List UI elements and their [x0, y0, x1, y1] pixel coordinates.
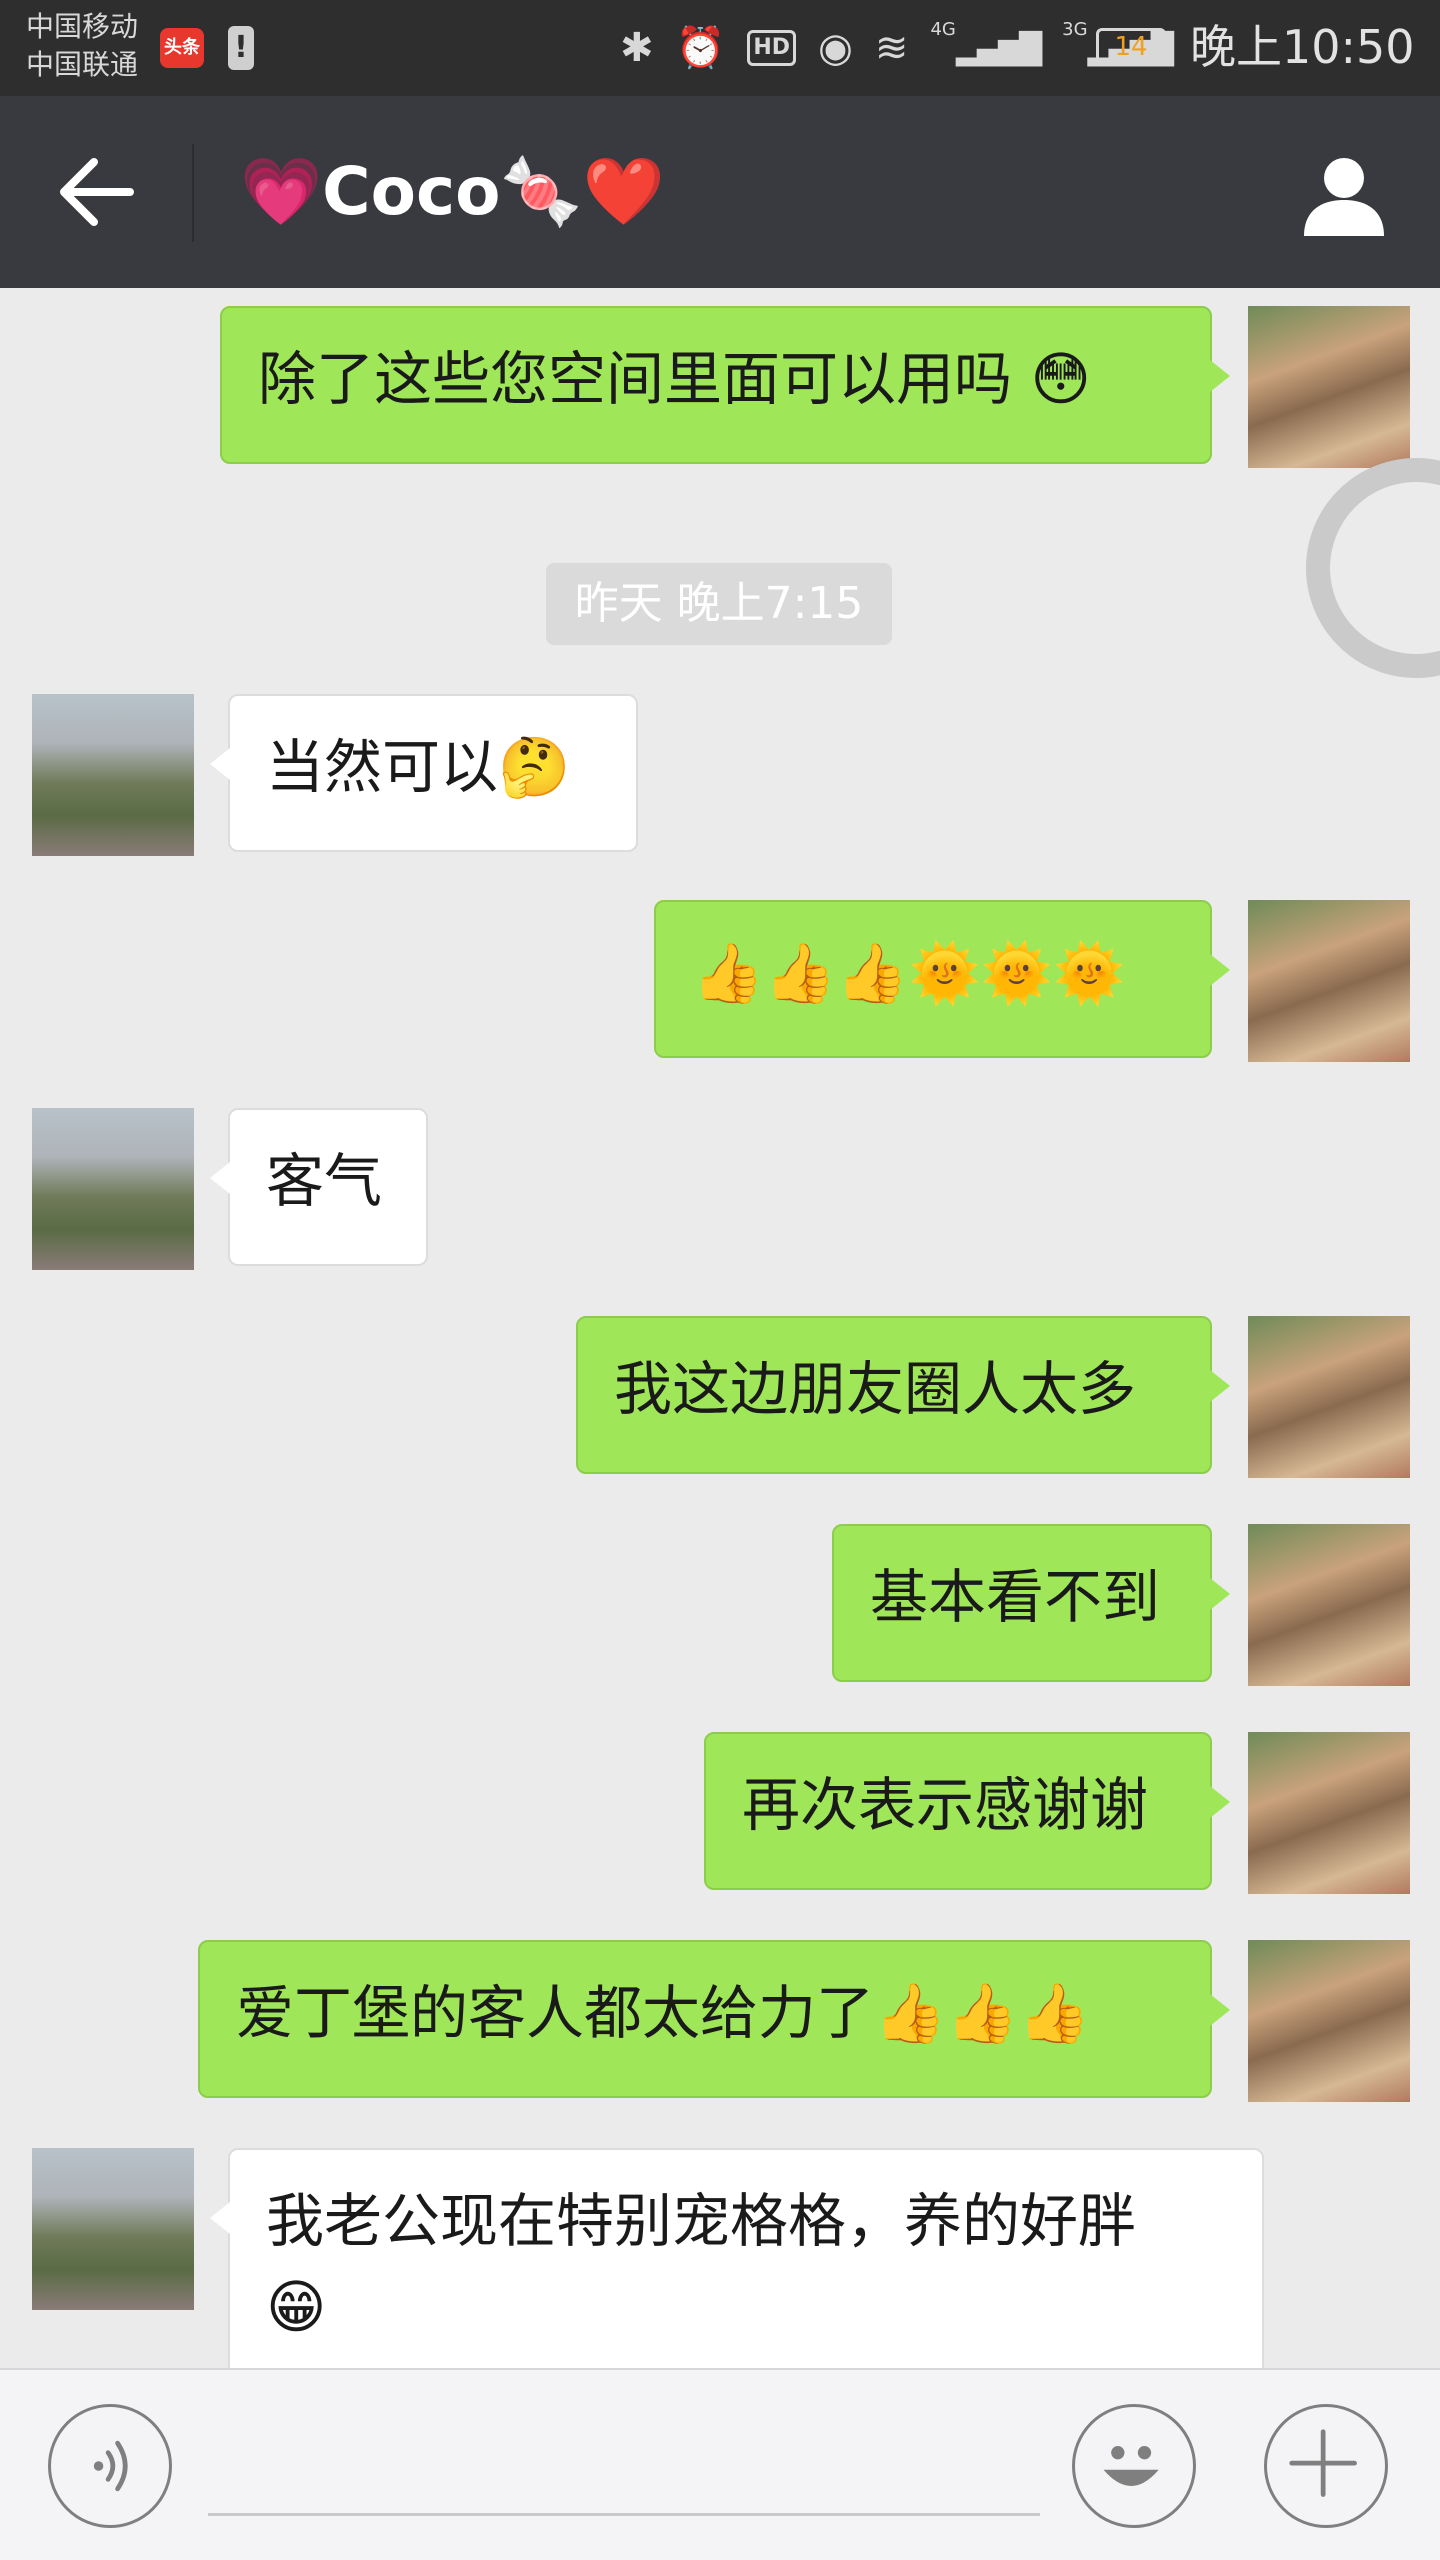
message-bubble-outgoing[interactable]: 除了这些您空间里面可以用吗 😳 [220, 306, 1230, 464]
more-options-button[interactable] [1264, 2404, 1388, 2528]
message-text-line: 😁 [266, 2273, 327, 2341]
carrier-labels: 中国移动 中国联通 [26, 8, 138, 84]
message-bubble-outgoing[interactable]: 我这边朋友圈人太多 [576, 1316, 1230, 1474]
wifi-icon: ≋ [874, 25, 909, 71]
message-text: 我这边朋友圈人太多 [614, 1355, 1137, 1423]
avatar-self[interactable] [1248, 1316, 1410, 1478]
message-input[interactable] [208, 2422, 1040, 2516]
emoji-button[interactable] [1072, 2404, 1196, 2528]
carrier-bottom: 中国联通 [26, 48, 139, 81]
message-text-line: 我老公现在特别宠格格，养的好胖 [266, 2187, 1137, 2255]
voice-input-button[interactable] [48, 2404, 172, 2528]
battery-icon: 14 [1096, 28, 1173, 66]
smiley-icon [1103, 2446, 1159, 2486]
avatar-self[interactable] [1248, 1524, 1410, 1686]
avatar-contact[interactable] [32, 694, 194, 856]
scroll-indicator [1306, 458, 1440, 678]
message-bubble-outgoing[interactable]: 基本看不到 [832, 1524, 1230, 1682]
avatar-self[interactable] [1248, 306, 1410, 468]
message-text: 👍👍👍🌞🌞🌞 [692, 939, 1126, 1007]
message-bubble-outgoing[interactable]: 再次表示感谢谢 [704, 1732, 1230, 1890]
chat-header: 💗Coco🍬❤️ [0, 96, 1440, 288]
avatar-contact[interactable] [32, 2148, 194, 2310]
avatar-self[interactable] [1248, 1940, 1410, 2102]
bluetooth-icon: ✱ [620, 25, 654, 71]
back-arrow-icon[interactable] [56, 156, 136, 228]
signal-4g-icon: 4G▂▄▆█ [930, 19, 1042, 67]
eye-icon: ◉ [818, 25, 853, 71]
voice-icon [93, 2440, 128, 2492]
plus-icon [1289, 2429, 1357, 2497]
avatar-self[interactable] [1248, 1732, 1410, 1894]
message-text: 爱丁堡的客人都太给力了👍👍👍 [236, 1979, 1091, 2047]
chat-input-bar [0, 2368, 1440, 2560]
alarm-icon: ⏰ [675, 25, 726, 71]
message-bubble-incoming[interactable]: 客气 [210, 1108, 428, 1266]
signal-3g-label: 3G [1062, 19, 1088, 40]
message-bubble-incoming[interactable]: 我老公现在特别宠格格，养的好胖 😁 [210, 2148, 1264, 2368]
avatar-self[interactable] [1248, 900, 1410, 1062]
carrier-top: 中国移动 [26, 10, 139, 43]
signal-4g-label: 4G [930, 19, 956, 40]
warning-icon: ! [228, 26, 254, 70]
message-text: 基本看不到 [870, 1563, 1161, 1631]
message-bubble-outgoing[interactable]: 爱丁堡的客人都太给力了👍👍👍 [198, 1940, 1230, 2098]
news-app-icon: 头条 [160, 28, 204, 68]
hd-icon: HD [747, 30, 797, 66]
message-text: 当然可以🤔 [266, 733, 571, 801]
header-divider [192, 144, 194, 242]
message-timestamp: 昨天 晚上7:15 [546, 563, 892, 645]
message-bubble-incoming[interactable]: 当然可以🤔 [210, 694, 638, 852]
avatar-contact[interactable] [32, 1108, 194, 1270]
message-list[interactable]: 除了这些您空间里面可以用吗 😳 昨天 晚上7:15 当然可以🤔 👍👍👍🌞🌞🌞 客… [0, 288, 1440, 2368]
system-icons: ✱ ⏰ HD ◉ ≋ 4G▂▄▆█ 3G▂▄▆█ [620, 19, 1174, 76]
message-text: 除了这些您空间里面可以用吗 😳 [258, 345, 1091, 413]
status-bar: 中国移动 中国联通 头条 ! ✱ ⏰ HD ◉ ≋ 4G▂▄▆█ 3G▂▄▆█ … [0, 0, 1440, 96]
user-profile-icon[interactable] [1296, 148, 1392, 244]
message-text: 客气 [266, 1147, 383, 1215]
chat-title: 💗Coco🍬❤️ [240, 153, 665, 230]
status-time: 晚上10:50 [1190, 20, 1415, 74]
message-text: 再次表示感谢谢 [742, 1771, 1149, 1839]
message-bubble-outgoing[interactable]: 👍👍👍🌞🌞🌞 [654, 900, 1230, 1058]
